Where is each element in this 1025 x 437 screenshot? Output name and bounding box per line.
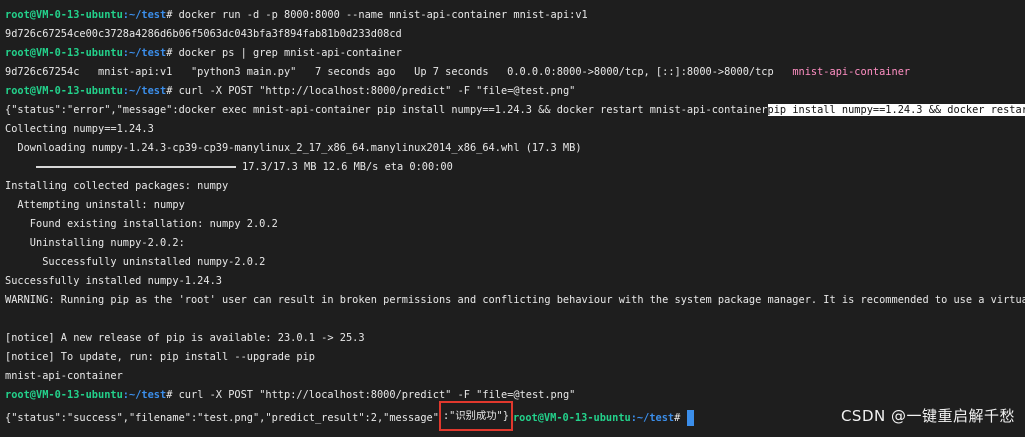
prompt-symbol: #: [674, 412, 681, 424]
prompt-user: root@VM-0-13-ubuntu: [5, 47, 123, 59]
terminal-output-line: {"status":"error","message":docker exec …: [5, 101, 1025, 120]
container-name: mnist-api-container: [792, 66, 911, 78]
docker-ps-row: 9d726c67254c mnist-api:v1 "python3 main.…: [5, 66, 793, 78]
error-response: {"status":"error","message":docker exec …: [5, 104, 768, 116]
terminal-output-line: Downloading numpy-1.24.3-cp39-cp39-manyl…: [5, 142, 582, 154]
terminal-line: root@VM-0-13-ubuntu:~/test# docker ps | …: [5, 44, 1025, 63]
terminal-output-line: Successfully installed numpy-1.24.3: [5, 275, 222, 287]
success-response: {"status":"success","filename":"test.png…: [5, 412, 439, 424]
terminal-output-line: Attempting uninstall: numpy: [5, 199, 185, 211]
prompt-path: :~/test: [122, 9, 167, 21]
prompt-user: root@VM-0-13-ubuntu: [5, 389, 123, 401]
terminal-warning-line: WARNING: Running pip as the 'root' user …: [5, 294, 1025, 306]
terminal-output-line: Uninstalling numpy-2.0.2:: [5, 237, 185, 249]
terminal-output-line: mnist-api-container: [5, 370, 123, 382]
prompt-user: root@VM-0-13-ubuntu: [5, 85, 123, 97]
terminal-line: root@VM-0-13-ubuntu:~/test# curl -X POST…: [5, 386, 1025, 405]
csdn-watermark: CSDN @一键重启解千愁: [840, 407, 1015, 425]
download-progress-bar: [36, 166, 236, 168]
terminal-output-line: Installing collected packages: numpy: [5, 180, 229, 192]
terminal-window[interactable]: root@VM-0-13-ubuntu:~/test# docker run -…: [0, 0, 1025, 437]
selected-text[interactable]: pip install numpy==1.24.3 && docker rest…: [767, 104, 1025, 116]
terminal-line: root@VM-0-13-ubuntu:~/test# docker run -…: [5, 6, 1025, 25]
command-text: docker ps | grep mnist-api-container: [172, 47, 402, 59]
terminal-line: root@VM-0-13-ubuntu:~/test# curl -X POST…: [5, 82, 1025, 101]
progress-indent: [5, 161, 36, 173]
terminal-output-line: 17.3/17.3 MB 12.6 MB/s eta 0:00:00: [5, 158, 1025, 177]
prompt-path: :~/test: [122, 47, 167, 59]
terminal-cursor[interactable]: [686, 410, 694, 426]
prompt-user: root@VM-0-13-ubuntu: [5, 9, 123, 21]
command-text: curl -X POST "http://localhost:8000/pred…: [172, 389, 576, 401]
command-text: curl -X POST "http://localhost:8000/pred…: [172, 85, 576, 97]
prompt-user: root@VM-0-13-ubuntu: [512, 412, 631, 424]
download-progress-text: 17.3/17.3 MB 12.6 MB/s eta 0:00:00: [242, 161, 453, 173]
terminal-output-line: Found existing installation: numpy 2.0.2: [5, 218, 278, 230]
terminal-notice-line: [notice] A new release of pip is availab…: [5, 332, 365, 344]
terminal-output-line: 9d726c67254ce00c3728a4286d6b06f5063dc043…: [5, 28, 402, 40]
terminal-output-line: 9d726c67254c mnist-api:v1 "python3 main.…: [5, 63, 1025, 82]
terminal-notice-line: [notice] To update, run: pip install --u…: [5, 351, 315, 363]
prompt-path: :~/test: [122, 85, 167, 97]
prompt-path: :~/test: [122, 389, 167, 401]
prompt-path: :~/test: [630, 412, 675, 424]
terminal-output-line: Collecting numpy==1.24.3: [5, 123, 154, 135]
terminal-output-line: Successfully uninstalled numpy-2.0.2: [5, 256, 266, 268]
command-text: docker run -d -p 8000:8000 --name mnist-…: [172, 9, 588, 21]
highlighted-message: :"识别成功"}: [438, 401, 513, 431]
